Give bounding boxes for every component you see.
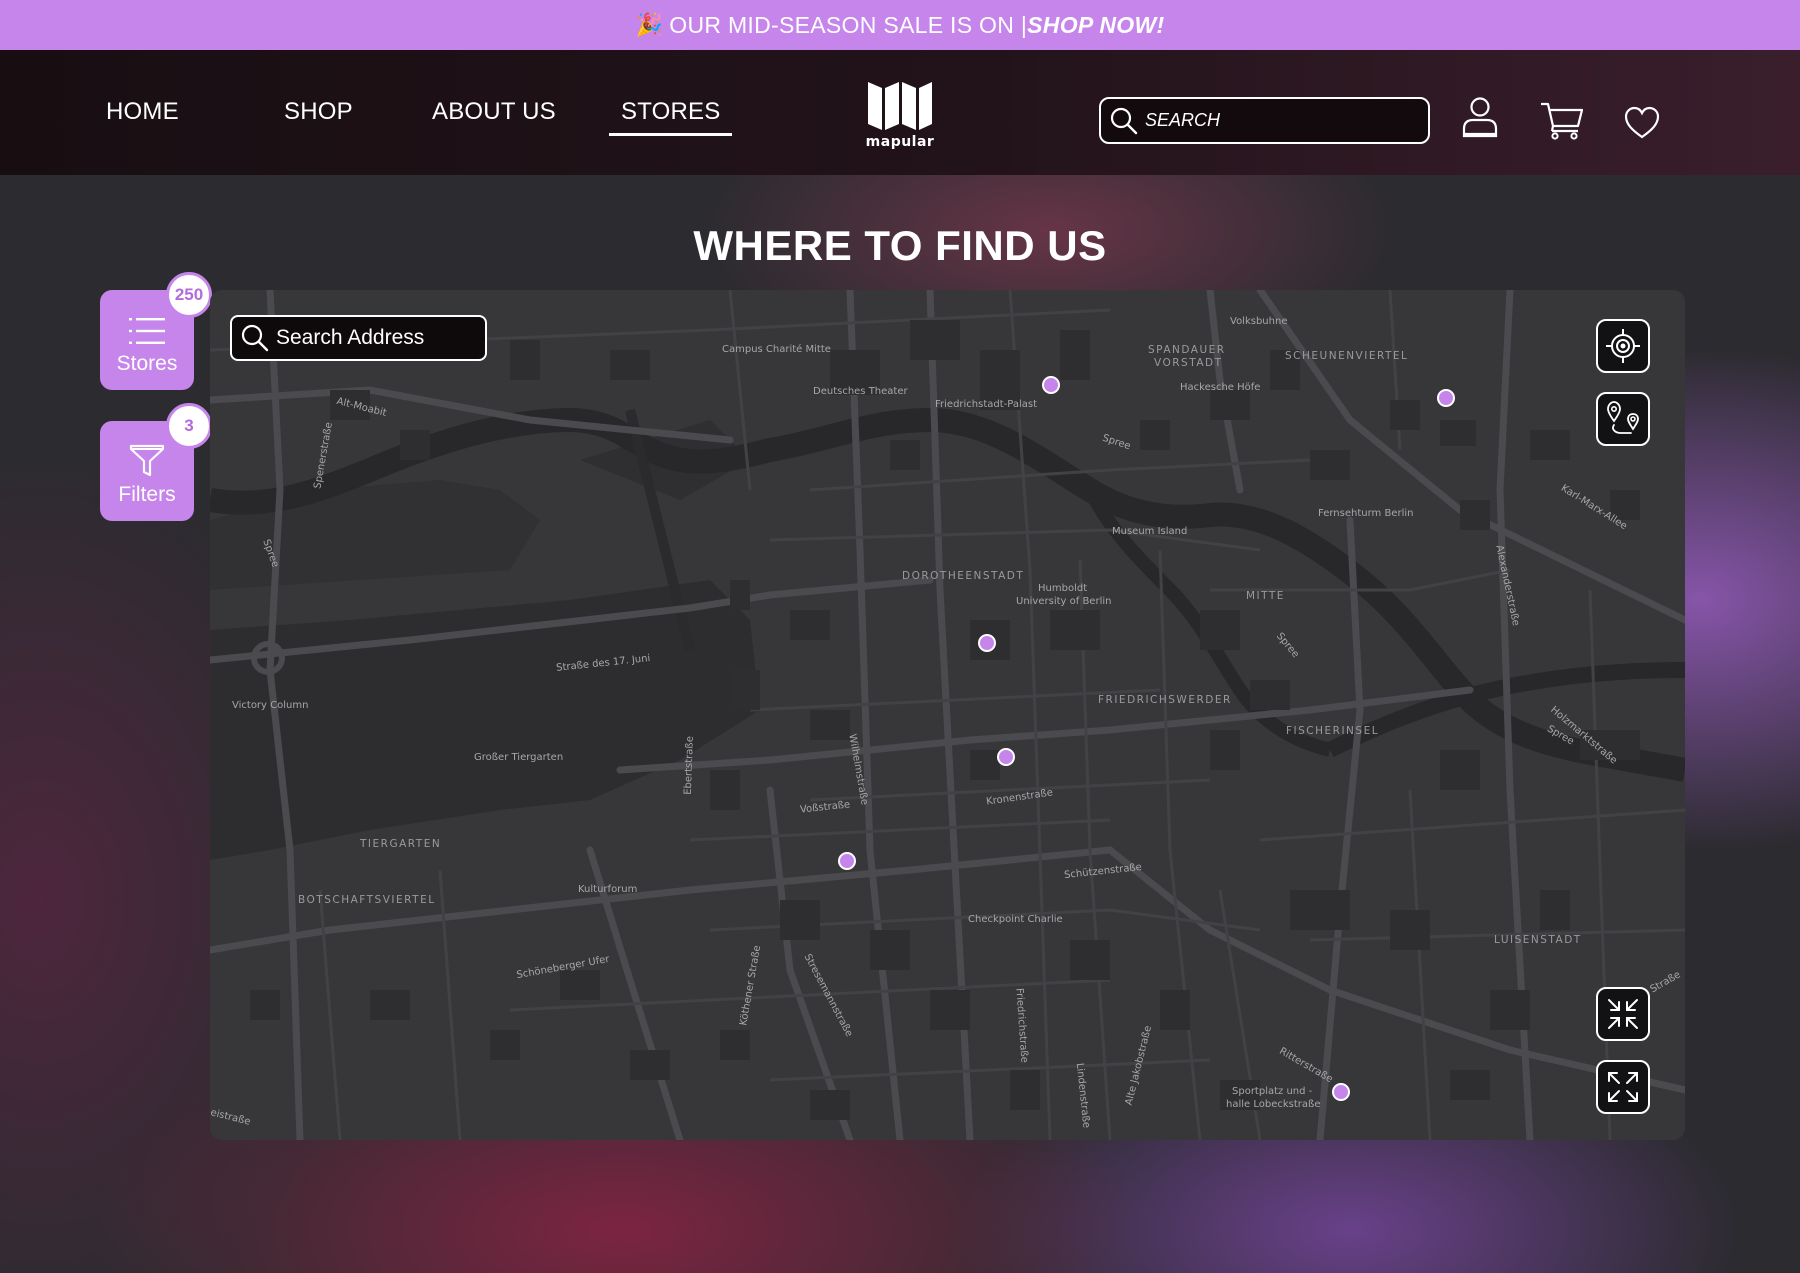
filters-button[interactable]: 3 Filters: [100, 403, 212, 521]
store-pin[interactable]: [1437, 389, 1455, 407]
map-label: Volksbuhne: [1230, 316, 1288, 327]
store-map[interactable]: Volksbuhne Campus Charité Mitte SPANDAUE…: [210, 290, 1685, 1140]
map-label: Humboldt: [1038, 583, 1088, 594]
mapular-logo[interactable]: mapular: [864, 78, 936, 152]
page-title: WHERE TO FIND US: [693, 222, 1107, 269]
map-label: Friedrichstadt-Palast: [935, 399, 1038, 410]
route-pins-icon: [1607, 401, 1639, 434]
map-label: VORSTADT: [1154, 357, 1223, 369]
store-pin[interactable]: [1042, 376, 1060, 394]
header-search-box[interactable]: [1099, 97, 1430, 144]
directions-button[interactable]: [1596, 392, 1650, 446]
map-label: BOTSCHAFTSVIERTEL: [298, 894, 436, 906]
nav-shop[interactable]: SHOP: [284, 98, 353, 126]
map-label: Deutsches Theater: [813, 386, 908, 397]
map-label: Victory Column: [232, 700, 309, 711]
map-label: TIERGARTEN: [360, 838, 442, 850]
map-label: MITTE: [1246, 590, 1285, 602]
store-pin[interactable]: [1332, 1083, 1350, 1101]
map-label: Museum Island: [1112, 526, 1188, 537]
map-label: Ebertstraße: [682, 735, 696, 796]
map-label: LUISENSTADT: [1494, 934, 1582, 946]
stores-list-button[interactable]: 250 Stores: [100, 272, 212, 390]
map-label: SPANDAUER: [1148, 344, 1226, 356]
map-label: University of Berlin: [1016, 596, 1112, 607]
collapse-icon: [1608, 999, 1638, 1029]
store-pin[interactable]: [978, 634, 996, 652]
filters-count-badge: 3: [166, 403, 212, 449]
shop-now-link[interactable]: SHOP NOW!: [1027, 12, 1164, 39]
promo-banner: 🎉 OUR MID-SEASON SALE IS ON | SHOP NOW!: [0, 0, 1800, 50]
locate-target-icon: [1606, 329, 1640, 363]
store-pin[interactable]: [997, 748, 1015, 766]
map-label: FRIEDRICHSWERDER: [1098, 694, 1232, 706]
map-label: Kulturforum: [578, 884, 638, 895]
site-header: HOME SHOP ABOUT US STORES mapular: [0, 50, 1800, 175]
nav-about-us[interactable]: ABOUT US: [432, 98, 556, 126]
collapse-map-button[interactable]: [1596, 987, 1650, 1041]
expand-map-button[interactable]: [1596, 1060, 1650, 1114]
expand-icon: [1608, 1072, 1638, 1102]
map-label: Hackesche Höfe: [1180, 382, 1261, 393]
map-label: Checkpoint Charlie: [968, 914, 1063, 925]
user-icon[interactable]: [1462, 96, 1498, 143]
map-label: SCHEUNENVIERTEL: [1285, 350, 1409, 362]
party-popper-icon: 🎉: [635, 12, 664, 37]
heart-icon[interactable]: [1624, 106, 1660, 145]
store-pin[interactable]: [838, 852, 856, 870]
map-label: Großer Tiergarten: [474, 752, 564, 763]
search-icon: [241, 324, 269, 352]
search-icon: [1110, 107, 1138, 134]
header-search-input[interactable]: [1145, 110, 1415, 131]
cart-icon[interactable]: [1540, 100, 1584, 145]
map-label: Fernsehturm Berlin: [1318, 508, 1414, 519]
map-address-search[interactable]: [230, 315, 487, 361]
filter-funnel-icon: [129, 444, 165, 477]
map-label: DOROTHEENSTADT: [902, 570, 1025, 582]
map-base-layer[interactable]: [210, 290, 1685, 1140]
nav-stores[interactable]: STORES: [608, 98, 733, 136]
address-search-input[interactable]: [276, 326, 476, 350]
nav-home[interactable]: HOME: [106, 98, 179, 126]
locate-me-button[interactable]: [1596, 319, 1650, 373]
filters-label: Filters: [118, 483, 176, 506]
promo-text: OUR MID-SEASON SALE IS ON |: [669, 11, 1028, 38]
map-label: FISCHERINSEL: [1286, 725, 1380, 737]
map-label: Sportplatz und -: [1232, 1086, 1313, 1097]
map-label: Campus Charité Mitte: [722, 344, 831, 355]
logo-wordmark: mapular: [865, 134, 935, 150]
logo-mark-icon: [868, 82, 932, 130]
list-icon: [129, 318, 165, 344]
stores-count-badge: 250: [166, 272, 212, 318]
map-label: halle Lobeckstraße: [1226, 1099, 1321, 1110]
stores-label: Stores: [116, 352, 178, 375]
